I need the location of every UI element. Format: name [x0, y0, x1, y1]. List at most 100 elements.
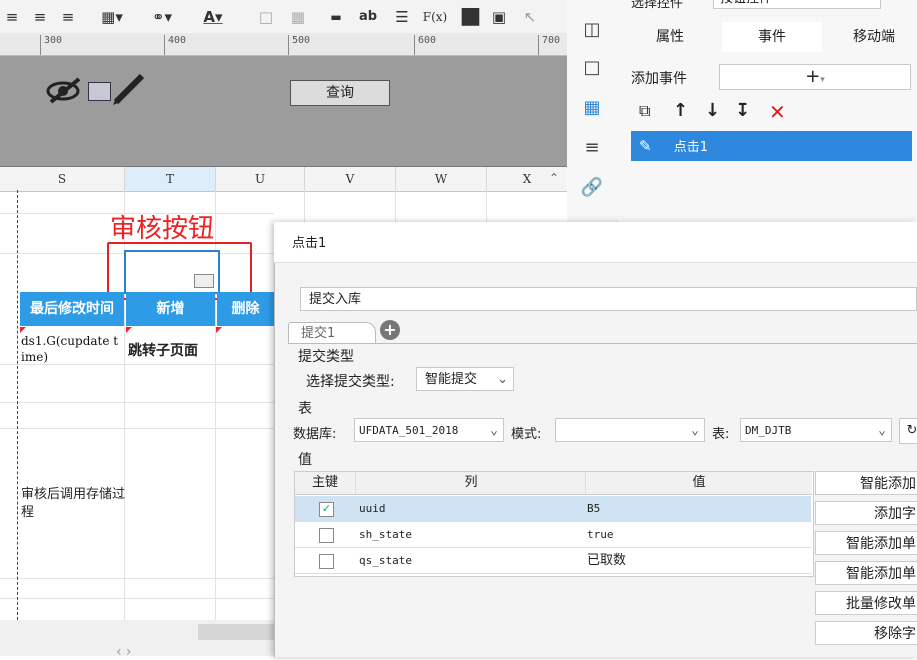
- choose-type-label: 选择提交类型:: [306, 374, 395, 390]
- table-label: 表:: [712, 427, 730, 442]
- condition-icon[interactable]: ≡: [580, 136, 604, 160]
- widget-settings-icon[interactable]: ▦: [580, 96, 604, 120]
- column-header-u[interactable]: U: [216, 167, 305, 192]
- widget-select[interactable]: 按钮控件: [713, 0, 881, 9]
- pencil-icon[interactable]: [112, 72, 148, 106]
- ruler-label: 700: [542, 35, 561, 46]
- audit-button-annotation: 审核按钮: [110, 214, 215, 244]
- smart-add-cell-button[interactable]: 智能添加单: [815, 531, 917, 555]
- format-toolbar: ≡ ≡ ≡ ▦▾ ⚭▾ A▾ □ ▦ ▬ ab ☰ F(x) ▐█ ▣ ↖: [0, 0, 567, 34]
- ruler-label: 500: [292, 35, 311, 46]
- move-up-icon[interactable]: ↑: [673, 100, 688, 121]
- scroll-up-icon[interactable]: ⌃: [549, 171, 559, 185]
- jump-subpage-cell[interactable]: 跳转子页面: [128, 340, 198, 360]
- col-header-column: 列: [355, 472, 586, 495]
- text-field-icon[interactable]: ab: [356, 6, 380, 28]
- parameter-pane: [0, 56, 567, 166]
- chevron-down-icon: ⌄: [497, 372, 508, 387]
- tab-properties[interactable]: 属性: [620, 22, 720, 52]
- database-label: 数据库:: [293, 427, 337, 442]
- column-header-t[interactable]: T: [125, 167, 216, 192]
- remove-field-button[interactable]: 移除字: [815, 621, 917, 645]
- border-icon[interactable]: ▦▾: [96, 6, 128, 28]
- col-header-value: 值: [585, 472, 812, 495]
- align-center-icon[interactable]: ≡: [30, 6, 50, 28]
- edit-icon: ✎: [639, 137, 652, 155]
- list-icon[interactable]: ☰: [392, 6, 412, 28]
- ruler-label: 300: [44, 35, 63, 46]
- chevron-down-icon: ⌄: [490, 423, 498, 438]
- font-color-icon[interactable]: A▾: [196, 6, 230, 28]
- cell-properties-icon[interactable]: ◫: [580, 18, 604, 42]
- refresh-icon[interactable]: ↻: [899, 418, 917, 444]
- table-row[interactable]: sh_state true: [295, 522, 811, 548]
- hidden-eye-icon[interactable]: [45, 76, 85, 104]
- pointer-icon[interactable]: ↖: [520, 6, 540, 28]
- col-header-key: 主键: [295, 472, 355, 495]
- batch-edit-button[interactable]: 批量修改单: [815, 591, 917, 615]
- fill-color-icon[interactable]: ⚭▾: [146, 6, 178, 28]
- combo-widget-icon[interactable]: [88, 82, 111, 101]
- submit-type-select[interactable]: 智能提交 ⌄: [416, 367, 514, 391]
- table-row[interactable]: ✓ uuid B5: [295, 496, 811, 522]
- horizontal-scrollbar[interactable]: [198, 624, 274, 640]
- query-button[interactable]: 查询: [290, 80, 390, 106]
- header-delete: 删除: [217, 292, 274, 326]
- cell-marker: [126, 327, 132, 333]
- picture-icon[interactable]: ▣: [488, 6, 510, 28]
- delete-icon[interactable]: ✕: [769, 100, 786, 124]
- column-header-s[interactable]: S: [0, 167, 125, 192]
- button-widget-icon[interactable]: ▬: [326, 6, 346, 28]
- select-widget-label: 选择控件: [631, 0, 684, 11]
- smart-add-button[interactable]: 智能添加: [815, 471, 917, 495]
- add-event-label: 添加事件: [631, 71, 687, 87]
- primary-key-checkbox[interactable]: [319, 528, 334, 543]
- ruler-label: 400: [168, 35, 187, 46]
- primary-key-checkbox[interactable]: ✓: [319, 502, 334, 517]
- prev-sheet-icon[interactable]: ‹ ›: [116, 644, 132, 660]
- table-row[interactable]: qs_state 已取数: [295, 548, 811, 574]
- add-field-button[interactable]: 添加字: [815, 501, 917, 525]
- add-tab-icon[interactable]: +: [380, 320, 400, 340]
- align-left-icon[interactable]: ≡: [2, 6, 22, 28]
- header-last-modified: 最后修改时间: [20, 292, 124, 326]
- column-header-w[interactable]: W: [396, 167, 487, 192]
- value-section: 值: [298, 452, 312, 468]
- event-item[interactable]: ✎ 点击1: [631, 131, 912, 161]
- bar-chart-icon[interactable]: ▐█: [456, 6, 479, 28]
- primary-key-checkbox[interactable]: [319, 554, 334, 569]
- tab-events[interactable]: 事件: [722, 22, 822, 52]
- audit-proc-cell[interactable]: 审核后调用存储过程: [21, 486, 126, 522]
- mode-select[interactable]: ⌄: [555, 418, 705, 442]
- column-header-v[interactable]: V: [305, 167, 396, 192]
- chevron-down-icon: ⌄: [878, 423, 886, 438]
- mode-label: 模式:: [511, 427, 542, 442]
- formula-cell[interactable]: ds1.G(cupdate time): [21, 333, 121, 365]
- cell-marker: [216, 327, 222, 333]
- align-right-icon[interactable]: ≡: [58, 6, 78, 28]
- chevron-down-icon: ⌄: [691, 423, 699, 438]
- table-section: 表: [298, 401, 312, 417]
- hyperlink-icon[interactable]: 🔗: [580, 176, 604, 200]
- tab-submit1[interactable]: 提交1: [288, 322, 376, 344]
- table-select[interactable]: DM_DJTB ⌄: [740, 418, 892, 442]
- move-bottom-icon[interactable]: ↧: [735, 100, 750, 121]
- image-frame-icon[interactable]: □: [256, 6, 276, 28]
- ruler: 300 400 500 600 700: [0, 33, 567, 56]
- table-icon[interactable]: ▦: [288, 6, 308, 28]
- action-type-select[interactable]: 提交入库: [300, 287, 917, 311]
- database-select[interactable]: UFDATA_501_2018 ⌄: [354, 418, 504, 442]
- add-event-button[interactable]: +▾: [719, 64, 911, 90]
- header-add: 新增: [126, 292, 215, 326]
- move-down-icon[interactable]: ↓: [705, 100, 720, 121]
- cell-marker: [20, 327, 26, 333]
- submit-type-section: 提交类型: [298, 349, 354, 365]
- widget-settings-panel: 选择控件 按钮控件 属性 事件 移动端 添加事件 +▾ ⧉ ↑ ↓ ↧ ✕: [617, 0, 917, 220]
- widget-frame-icon[interactable]: □: [580, 56, 604, 80]
- tab-mobile[interactable]: 移动端: [824, 22, 917, 52]
- ruler-label: 600: [418, 35, 437, 46]
- dialog-title: 点击1: [292, 236, 327, 251]
- formula-icon[interactable]: F(x): [420, 6, 450, 28]
- smart-add-cell-button-2[interactable]: 智能添加单: [815, 561, 917, 585]
- copy-icon[interactable]: ⧉: [639, 101, 650, 121]
